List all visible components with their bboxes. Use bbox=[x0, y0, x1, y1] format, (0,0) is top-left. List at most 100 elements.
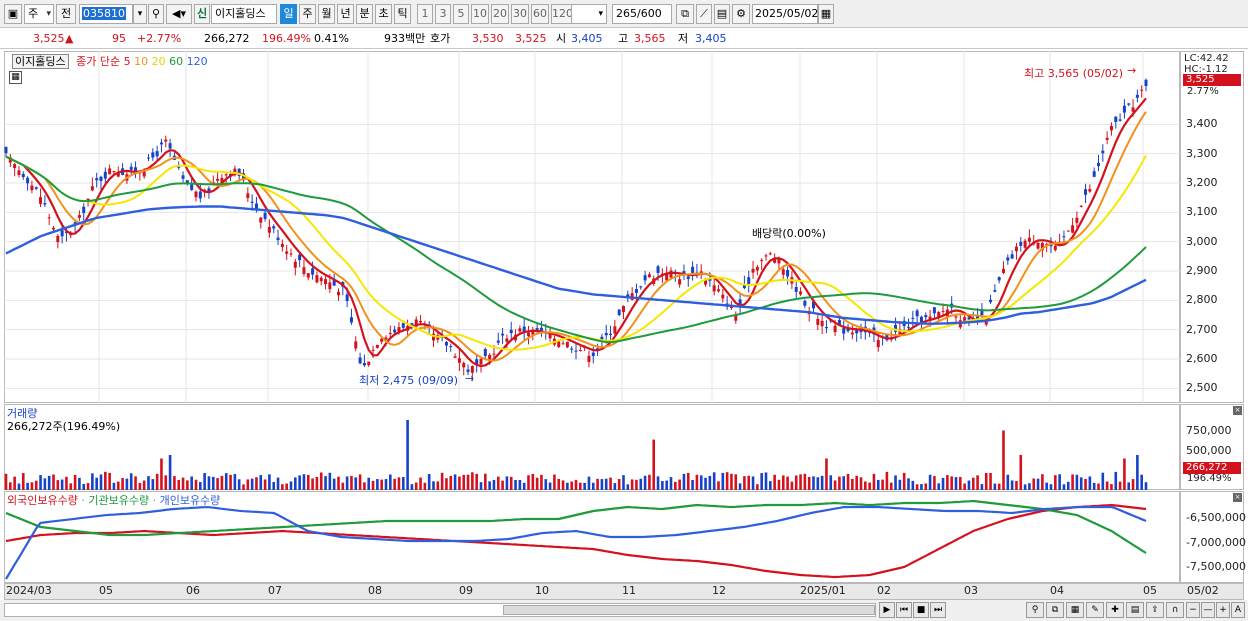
period-button-0[interactable]: 일 bbox=[280, 4, 297, 24]
volume-bar bbox=[1045, 482, 1048, 490]
interval-button-7[interactable]: 120 bbox=[551, 4, 573, 24]
candle-body bbox=[578, 349, 582, 351]
volume-bar bbox=[699, 475, 703, 490]
interval-button-1[interactable]: 3 bbox=[435, 4, 451, 24]
scrollbar[interactable] bbox=[4, 603, 876, 617]
interval-select[interactable]: ▾ bbox=[571, 4, 607, 24]
candle-body bbox=[198, 191, 202, 199]
volume-bar bbox=[376, 479, 379, 490]
auto-scale-icon[interactable]: A bbox=[1231, 602, 1245, 618]
interval-button-2[interactable]: 5 bbox=[453, 4, 469, 24]
period-button-3[interactable]: 년 bbox=[337, 4, 354, 24]
candle-body bbox=[349, 317, 353, 323]
volume-bar bbox=[56, 480, 60, 490]
zoom-in-icon[interactable]: + bbox=[1216, 602, 1230, 618]
mode-select[interactable]: 주 bbox=[24, 4, 54, 24]
candle-body bbox=[941, 310, 945, 312]
print-icon[interactable]: ▤ bbox=[1126, 602, 1144, 618]
candle-body bbox=[26, 177, 30, 184]
candle-body bbox=[319, 277, 323, 282]
magnet-icon[interactable]: ∩ bbox=[1166, 602, 1184, 618]
period-button-1[interactable]: 주 bbox=[299, 4, 316, 24]
candle-body bbox=[786, 270, 790, 277]
volume-bar bbox=[501, 480, 504, 490]
period-button-5[interactable]: 초 bbox=[375, 4, 392, 24]
candle-body bbox=[375, 344, 379, 348]
interval-button-4[interactable]: 20 bbox=[491, 4, 509, 24]
candle-body bbox=[306, 273, 310, 278]
candle-body bbox=[224, 174, 228, 176]
volume-bar bbox=[194, 479, 198, 490]
date-label-10: 02 bbox=[877, 584, 891, 597]
scroll-play-icon[interactable]: ▶ bbox=[879, 602, 895, 618]
volume-bar bbox=[1058, 474, 1061, 490]
volume-bar bbox=[937, 483, 941, 490]
draw-line-icon[interactable]: ⟋ bbox=[696, 4, 712, 24]
save-icon[interactable]: ▤ bbox=[714, 4, 730, 24]
zoom-icon[interactable]: ⚲ bbox=[1026, 602, 1044, 618]
layout-icon[interactable]: ▣ bbox=[4, 4, 22, 24]
volume-bar bbox=[579, 482, 582, 490]
candle-body bbox=[561, 343, 565, 345]
candle-body bbox=[285, 251, 289, 254]
candle-body bbox=[267, 226, 271, 233]
price-tick-9: 2,500 bbox=[1186, 381, 1218, 395]
scroll-stop-icon[interactable]: ■ bbox=[913, 602, 929, 618]
count-field[interactable]: 265/600 bbox=[612, 4, 672, 24]
candle-body bbox=[112, 171, 116, 173]
volume-bar bbox=[566, 482, 569, 490]
volume-bar bbox=[389, 474, 392, 490]
gear-icon[interactable]: ⚙ bbox=[732, 4, 750, 24]
grid-icon[interactable]: ▦ bbox=[1066, 602, 1084, 618]
export-icon[interactable]: ⇪ bbox=[1146, 602, 1164, 618]
candle-body bbox=[371, 349, 375, 351]
scroll-first-icon[interactable]: ⏮ bbox=[896, 602, 912, 618]
period-button-4[interactable]: 분 bbox=[356, 4, 373, 24]
tools-icon[interactable]: ✎ bbox=[1086, 602, 1104, 618]
stock-name-field[interactable]: 이지홀딩스 bbox=[211, 4, 277, 24]
crosshair-icon[interactable]: ✚ bbox=[1106, 602, 1124, 618]
volume-bar bbox=[255, 477, 258, 490]
low-label: 저 bbox=[678, 32, 689, 45]
interval-button-5[interactable]: 30 bbox=[511, 4, 529, 24]
open-price: 3,405 bbox=[571, 32, 603, 45]
interval-button-0[interactable]: 1 bbox=[417, 4, 433, 24]
volume-close-icon[interactable]: × bbox=[1233, 406, 1242, 415]
search-icon[interactable]: ⚲ bbox=[148, 4, 164, 24]
prev-button[interactable]: 전 bbox=[56, 4, 76, 24]
volume-bar bbox=[311, 478, 314, 490]
period-button-2[interactable]: 월 bbox=[318, 4, 335, 24]
copy-icon[interactable]: ⧉ bbox=[1046, 602, 1064, 618]
interval-button-3[interactable]: 10 bbox=[471, 4, 489, 24]
calendar-icon[interactable]: ▦ bbox=[818, 4, 834, 24]
candle-body bbox=[496, 340, 500, 343]
date-field[interactable]: 2025/05/02 bbox=[752, 4, 818, 24]
interval-button-6[interactable]: 60 bbox=[531, 4, 549, 24]
volume-bar bbox=[13, 476, 16, 490]
volume-bar bbox=[781, 475, 785, 490]
candle-type-icon[interactable]: ⧉ bbox=[676, 4, 694, 24]
scroll-thumb[interactable] bbox=[503, 605, 875, 615]
volume-bar bbox=[734, 474, 738, 490]
zoom-out-icon[interactable]: − bbox=[1186, 602, 1200, 618]
stock-code-input[interactable]: 035810 bbox=[79, 4, 133, 24]
code-dropdown-icon[interactable]: ▾ bbox=[133, 4, 147, 24]
new-badge[interactable]: 신 bbox=[194, 4, 210, 24]
sound-icon[interactable]: ◀▾ bbox=[166, 4, 192, 24]
volume-bar bbox=[440, 472, 444, 490]
scroll-last-icon[interactable]: ⏭ bbox=[930, 602, 946, 618]
last-percent: 2.77% bbox=[1187, 86, 1219, 97]
volume-bar bbox=[1054, 475, 1057, 490]
holdings-close-icon[interactable]: × bbox=[1233, 493, 1242, 502]
volume-bar bbox=[604, 478, 608, 490]
volume-bar bbox=[475, 473, 478, 490]
zoom-bar-icon[interactable]: — bbox=[1201, 602, 1215, 618]
volume-bar bbox=[173, 476, 176, 490]
change-arrow: ▲ bbox=[65, 32, 74, 45]
volume-bar bbox=[656, 476, 660, 490]
volume-bar bbox=[91, 473, 94, 490]
volume-bar bbox=[488, 481, 491, 490]
period-button-6[interactable]: 틱 bbox=[394, 4, 411, 24]
volume-bar bbox=[816, 477, 820, 490]
volume-bar bbox=[43, 478, 47, 490]
